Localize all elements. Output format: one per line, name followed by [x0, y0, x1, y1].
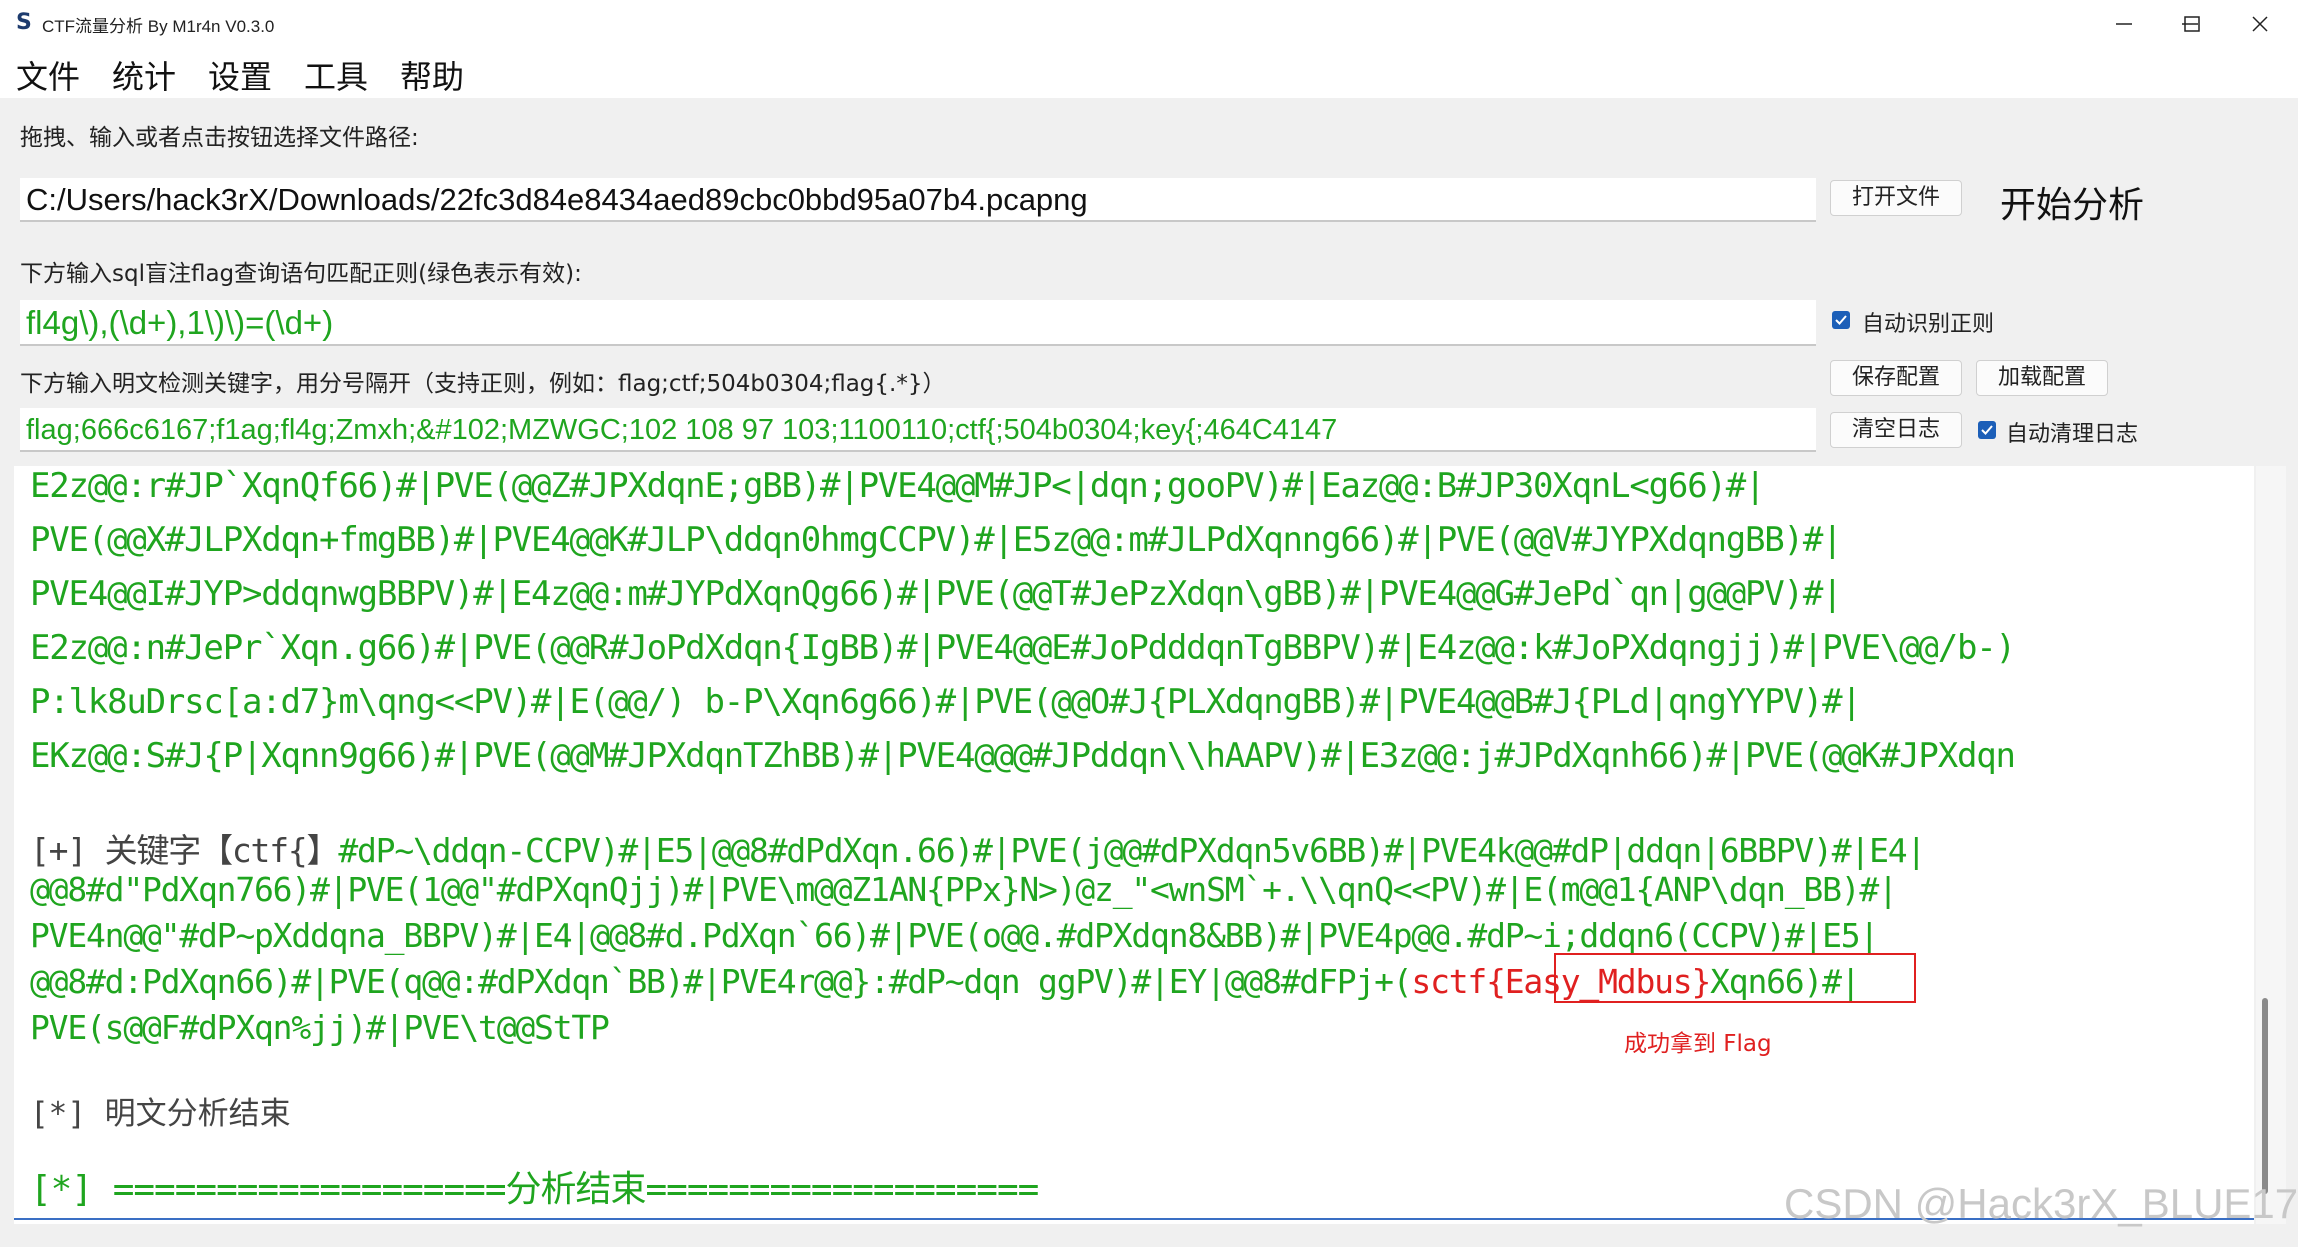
log-line: E2z@@:r#JP`XqnQf66)#|PVE(@@Z#JPXdqnE;gBB… [30, 466, 1765, 506]
keyword-prefix: [+] 关键字【ctf{】 [30, 831, 340, 870]
auto-detect-checkbox[interactable] [1832, 311, 1850, 329]
log-line: E2z@@:n#JePr`Xqn.g66)#|PVE(@@R#JoPdXdqn{… [30, 628, 2016, 668]
keywords-label: 下方输入明文检测关键字，用分号隔开（支持正则，例如：flag;ctf;504b0… [20, 371, 946, 397]
keyword-line-rest: #dP~\ddqn-CCPV)#|E5|@@8#dPdXqn.66)#|PVE(… [338, 831, 1926, 870]
flag-line-prefix: @@8#d:PdXqn66)#|PVE(q@@:#dPXdqn`BB)#|PVE… [30, 962, 1413, 1001]
log-line: PVE4n@@"#dP~pXddqna_BBPV)#|E4|@@8#d.PdXq… [30, 916, 1879, 955]
app-window: S CTF流量分析 By M1r4n V0.3.0 文件 统计 设置 工具 帮助… [0, 0, 2298, 1247]
title-bar: S CTF流量分析 By M1r4n V0.3.0 [0, 0, 2298, 46]
minimize-button-alt[interactable] [2090, 0, 2158, 46]
auto-clear-label: 自动清理日志 [2006, 422, 2139, 447]
clear-log-button[interactable]: 清空日志 [1830, 412, 1962, 448]
output-scrollbar[interactable] [2256, 466, 2286, 1224]
window-title: CTF流量分析 By M1r4n V0.3.0 [42, 17, 275, 36]
log-line: PVE(s@@F#dPXqn%jj)#|PVE\t@@StTP [30, 1008, 610, 1047]
log-line: P:lk8uDrsc[a:d7}m\qng<<PV)#|E(@@/) b-P\X… [30, 682, 1862, 722]
check-icon [1835, 315, 1847, 325]
minimize-icon [2116, 23, 2132, 25]
app-logo-icon: S [16, 10, 32, 35]
menu-settings[interactable]: 设置 [208, 52, 272, 98]
log-line: PVE(@@X#JLPXdqn+fmgBB)#|PVE4@@K#JLP\ddqn… [30, 520, 1843, 560]
log-line: EKz@@:S#J{P|Xqnn9g66)#|PVE(@@M#JPXdqnTZh… [30, 736, 2016, 776]
menu-statistics[interactable]: 统计 [112, 52, 176, 98]
menu-file[interactable]: 文件 [16, 52, 80, 98]
keywords-input[interactable]: flag;666c6167;f1ag;fl4g;Zmxh;&#102;MZWGC… [20, 408, 1816, 452]
sql-regex-input[interactable]: fl4g\),(\d+),1\)\)=(\d+) [20, 300, 1816, 346]
scrollbar-thumb[interactable] [2262, 998, 2268, 1194]
keyword-match-line: [+] 关键字【ctf{】#dP~\ddqn-CCPV)#|E5|@@8#dPd… [30, 824, 1926, 872]
close-button[interactable] [2226, 0, 2294, 46]
flag-highlight-box [1554, 953, 1916, 1003]
menu-help[interactable]: 帮助 [400, 52, 464, 98]
load-config-button[interactable]: 加载配置 [1976, 360, 2108, 396]
flag-annotation: 成功拿到 Flag [1624, 1031, 1772, 1057]
close-icon [2252, 16, 2268, 32]
maximize-button[interactable] [2158, 0, 2226, 46]
log-line: PVE4@@I#JYP>ddqnwgBBPV)#|E4z@@:m#JYPdXqn… [30, 574, 1843, 614]
log-line: @@8#d"PdXqn766)#|PVE(1@@"#dPXqnQjj)#|PVE… [30, 870, 1898, 909]
check-icon [1981, 425, 1993, 435]
open-file-button[interactable]: 打开文件 [1830, 180, 1962, 216]
auto-detect-label: 自动识别正则 [1862, 312, 1995, 337]
sql-regex-label: 下方输入sql盲注flag查询语句匹配正则(绿色表示有效): [20, 261, 582, 287]
menu-bar: 文件 统计 设置 工具 帮助 [0, 46, 2298, 98]
auto-clear-checkbox[interactable] [1978, 421, 1996, 439]
output-log[interactable]: E2z@@:r#JP`XqnQf66)#|PVE(@@Z#JPXdqnE;gBB… [14, 466, 2254, 1224]
menu-tools[interactable]: 工具 [304, 52, 368, 98]
start-analysis-button[interactable]: 开始分析 [2000, 176, 2144, 228]
save-config-button[interactable]: 保存配置 [1830, 360, 1962, 396]
plain-analysis-end: [*] 明文分析结束 [30, 1096, 291, 1132]
maximize-icon [2184, 16, 2200, 32]
file-path-input[interactable]: C:/Users/hack3rX/Downloads/22fc3d84e8434… [20, 178, 1816, 222]
analysis-end-line: [*] ===================分析结束=============… [30, 1169, 1039, 1210]
watermark: CSDN @Hack3rX_BLUE17 [1784, 1180, 2298, 1227]
flag-s: s [1411, 962, 1431, 1001]
file-path-label: 拖拽、输入或者点击按钮选择文件路径: [20, 125, 419, 151]
